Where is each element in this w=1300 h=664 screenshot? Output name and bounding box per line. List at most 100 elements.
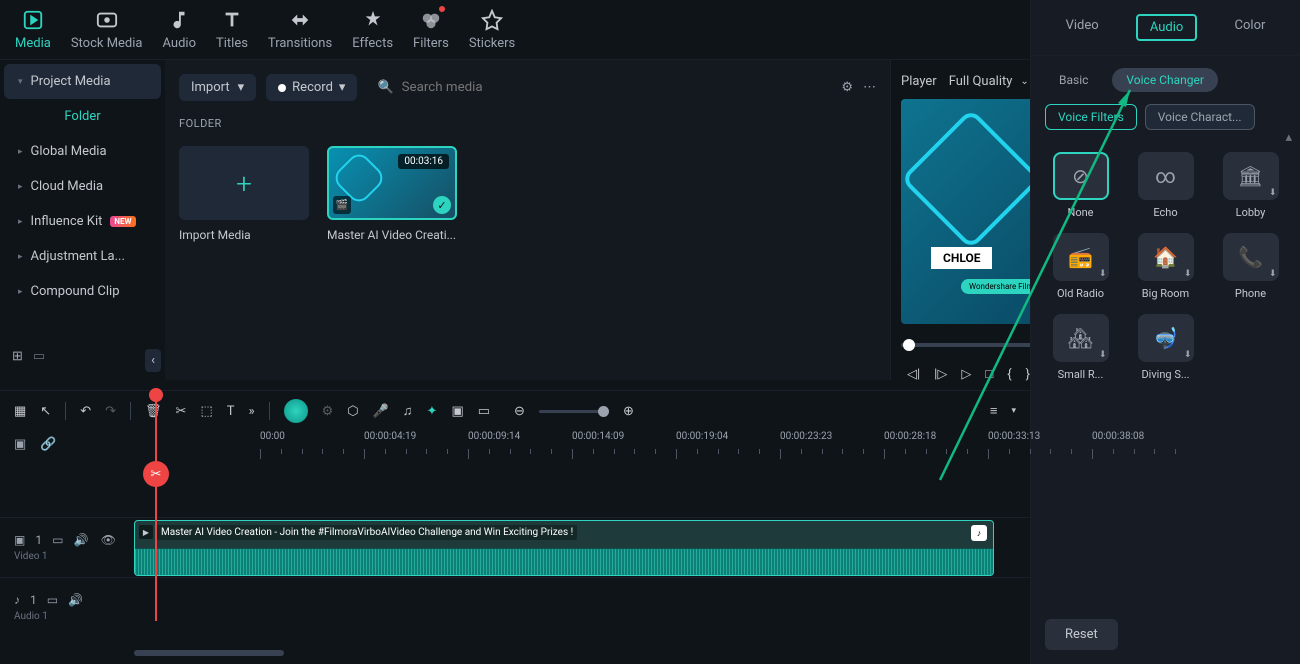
- lock-icon[interactable]: ▭: [52, 533, 63, 547]
- record-dot-icon: [278, 84, 286, 92]
- reset-button[interactable]: Reset: [1045, 619, 1118, 650]
- tab-audio[interactable]: Audio: [1136, 14, 1197, 41]
- nav-stock-media[interactable]: Stock Media: [71, 8, 143, 51]
- audio-track-content[interactable]: [130, 578, 1030, 637]
- effect-icon: ∞: [1155, 164, 1176, 188]
- nav-media[interactable]: Media: [15, 8, 51, 51]
- sidebar-adjustment-layer[interactable]: ▸Adjustment La...: [4, 239, 161, 274]
- caret-icon: ▸: [18, 217, 23, 227]
- timeline-layer-icon[interactable]: ▣: [14, 437, 26, 455]
- marker-icon[interactable]: ✦: [427, 404, 438, 419]
- tab-video[interactable]: Video: [1054, 14, 1111, 41]
- zoom-out-button[interactable]: ⊖: [514, 404, 525, 419]
- more-icon[interactable]: ⋯: [863, 80, 876, 95]
- search-input[interactable]: [402, 80, 822, 95]
- settings-icon[interactable]: ⚙: [322, 404, 334, 419]
- import-dropdown[interactable]: Import▾: [179, 74, 256, 101]
- music-icon[interactable]: ♫: [403, 403, 413, 419]
- effect-phone[interactable]: 📞⬇Phone: [1215, 233, 1286, 300]
- effect-none[interactable]: ⊘None: [1045, 152, 1116, 219]
- subtab-voice-changer[interactable]: Voice Changer: [1112, 68, 1218, 92]
- ruler-mark: 00:00:09:14: [468, 431, 520, 442]
- redo-button[interactable]: ↷: [105, 404, 116, 419]
- record-icon[interactable]: ▭: [478, 404, 490, 419]
- cut-marker[interactable]: ✂: [143, 461, 169, 487]
- lock-icon[interactable]: ▭: [47, 593, 58, 607]
- visibility-icon[interactable]: 👁: [101, 533, 116, 547]
- playhead[interactable]: ✂: [155, 391, 157, 621]
- prev-frame-button[interactable]: ◁|: [907, 367, 920, 382]
- effect-bigroom[interactable]: 🏠⬇Big Room: [1130, 233, 1201, 300]
- effect-icon: 📻: [1068, 245, 1093, 269]
- cursor-icon[interactable]: ↖: [40, 404, 51, 419]
- undo-button[interactable]: ↶: [80, 404, 91, 419]
- group-icon[interactable]: ▣: [451, 404, 463, 419]
- record-dropdown[interactable]: Record▾: [266, 74, 357, 101]
- download-icon: ⬇: [1184, 350, 1192, 360]
- folder-icon[interactable]: ▭: [33, 349, 45, 372]
- chip-voice-filters[interactable]: Voice Filters: [1045, 104, 1137, 130]
- seek-handle[interactable]: [903, 339, 915, 351]
- playhead-handle[interactable]: [149, 388, 163, 402]
- effect-smallr[interactable]: 🏘⬇Small R...: [1045, 314, 1116, 381]
- stock-media-icon: [95, 8, 119, 32]
- stop-button[interactable]: □: [985, 366, 993, 382]
- waveform: [135, 549, 993, 575]
- sidebar-bottom: ⊞ ▭ ‹: [4, 341, 165, 380]
- sidebar-folder[interactable]: Folder: [4, 99, 161, 134]
- crop-button[interactable]: ⬚: [200, 404, 212, 419]
- sidebar-compound-clip[interactable]: ▸Compound Clip: [4, 274, 161, 309]
- grid-icon[interactable]: ▦: [14, 404, 26, 419]
- zoom-handle[interactable]: [598, 406, 609, 417]
- tab-color[interactable]: Color: [1223, 14, 1278, 41]
- split-button[interactable]: ✂: [176, 404, 187, 419]
- import-media-item[interactable]: + Import Media: [179, 146, 309, 242]
- filter-icon[interactable]: ⚙: [841, 80, 853, 95]
- video-track-content[interactable]: ▶ Master AI Video Creation - Join the #F…: [130, 518, 1030, 577]
- sidebar-cloud-media[interactable]: ▸Cloud Media: [4, 169, 161, 204]
- sidebar-project-media[interactable]: ▾ Project Media: [4, 64, 161, 99]
- collapse-panel-icon[interactable]: ▴: [1285, 130, 1292, 145]
- sidebar-influence-kit[interactable]: ▸Influence KitNEW: [4, 204, 161, 239]
- mic-icon[interactable]: 🎤: [373, 404, 389, 419]
- nav-audio[interactable]: Audio: [163, 8, 196, 51]
- effect-lobby[interactable]: 🏛⬇Lobby: [1215, 152, 1286, 219]
- nav-titles[interactable]: Titles: [216, 8, 248, 51]
- mark-in-button[interactable]: {: [1007, 367, 1011, 382]
- new-folder-icon[interactable]: ⊞: [12, 349, 23, 372]
- sidebar-global-media[interactable]: ▸Global Media: [4, 134, 161, 169]
- effect-box: 🏛⬇: [1223, 152, 1279, 200]
- subtab-basic[interactable]: Basic: [1045, 68, 1102, 92]
- quality-select[interactable]: Full Quality⌄: [949, 74, 1029, 89]
- mute-icon[interactable]: 🔊: [68, 593, 83, 607]
- stickers-icon: [480, 8, 504, 32]
- next-frame-button[interactable]: |▷: [934, 367, 947, 382]
- delete-button[interactable]: 🗑: [145, 404, 162, 419]
- more-tools-button[interactable]: »: [249, 404, 255, 419]
- collapse-sidebar-button[interactable]: ‹: [145, 349, 161, 372]
- chip-voice-character[interactable]: Voice Charact...: [1145, 104, 1255, 130]
- timeline-link-icon[interactable]: 🔗: [40, 437, 56, 455]
- effect-label: Old Radio: [1045, 287, 1116, 300]
- effect-oldradio[interactable]: 📻⬇Old Radio: [1045, 233, 1116, 300]
- nav-stickers[interactable]: Stickers: [469, 8, 515, 51]
- text-button[interactable]: T: [227, 404, 235, 419]
- play-button[interactable]: ▷: [961, 367, 971, 382]
- effect-divings[interactable]: 🤿⬇Diving S...: [1130, 314, 1201, 381]
- zoom-slider[interactable]: [539, 410, 609, 413]
- effect-echo[interactable]: ∞Echo: [1130, 152, 1201, 219]
- nav-transitions[interactable]: Transitions: [268, 8, 332, 51]
- zoom-in-button[interactable]: ⊕: [623, 404, 634, 419]
- nav-effects[interactable]: Effects: [352, 8, 393, 51]
- search-box[interactable]: 🔍: [367, 74, 831, 101]
- view-icon[interactable]: ≡: [990, 403, 998, 419]
- mute-icon[interactable]: 🔊: [73, 533, 88, 547]
- horizontal-scrollbar[interactable]: [134, 650, 284, 656]
- plus-icon: +: [236, 167, 252, 200]
- video-clip[interactable]: ▶ Master AI Video Creation - Join the #F…: [134, 520, 994, 576]
- shield-icon[interactable]: ⬡: [347, 404, 358, 419]
- view-dropdown-icon[interactable]: ▾: [1011, 406, 1016, 416]
- ai-button[interactable]: [284, 399, 308, 423]
- media-clip-item[interactable]: 00:03:16 🎬 ✓ Master AI Video Creati...: [327, 146, 457, 242]
- nav-filters[interactable]: Filters: [413, 8, 449, 51]
